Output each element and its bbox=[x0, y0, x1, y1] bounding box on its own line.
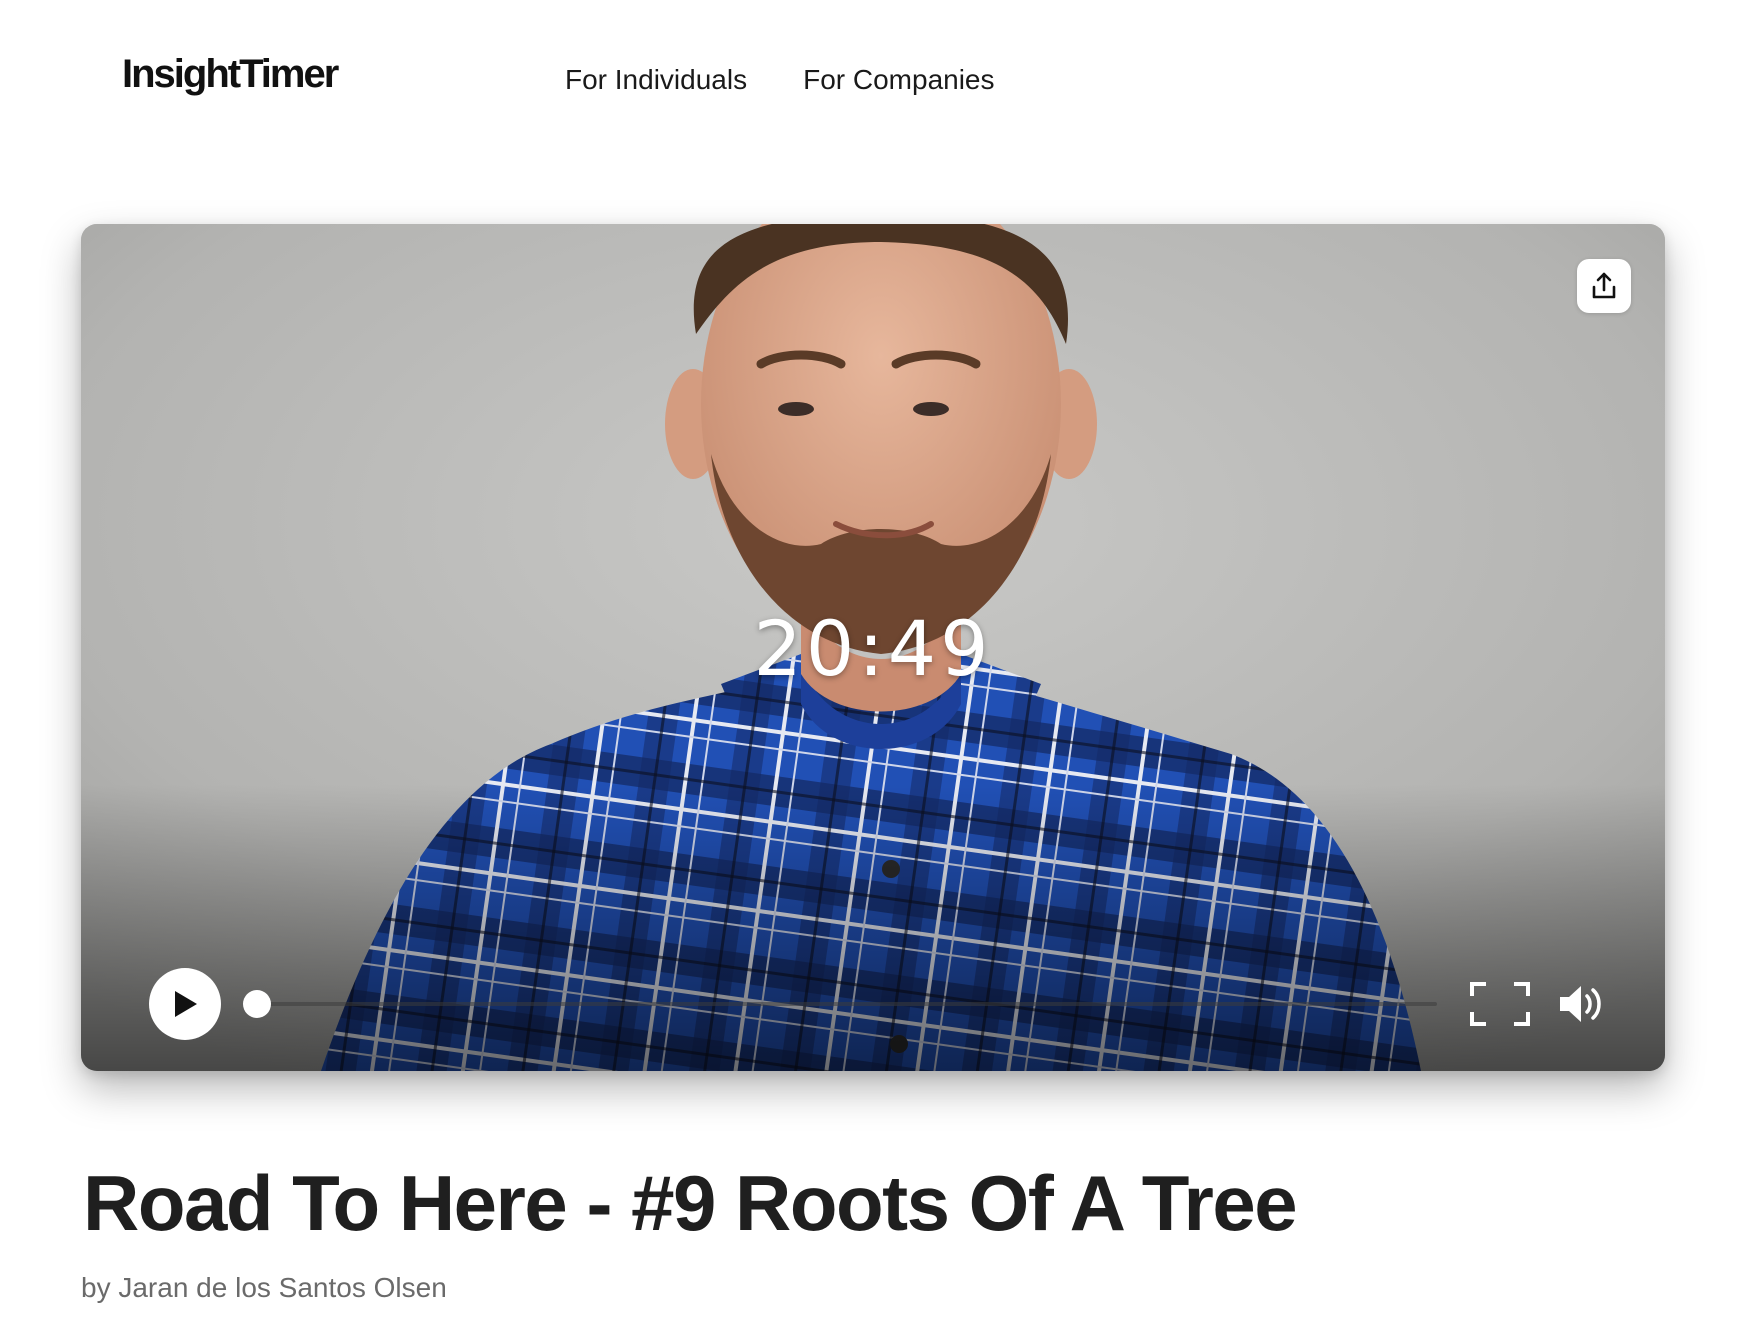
insight-timer-logo[interactable]: InsightTimer bbox=[122, 52, 339, 97]
page-title: Road To Here - #9 Roots Of A Tree bbox=[83, 1159, 1298, 1247]
share-icon bbox=[1592, 272, 1616, 299]
volume-icon bbox=[1560, 986, 1601, 1022]
share-button[interactable] bbox=[1577, 259, 1631, 313]
play-button[interactable] bbox=[149, 968, 221, 1040]
volume-button[interactable] bbox=[1557, 981, 1605, 1027]
fullscreen-icon bbox=[1470, 982, 1530, 1026]
nav-for-companies[interactable]: For Companies bbox=[803, 64, 994, 96]
author-byline[interactable]: by Jaran de los Santos Olsen bbox=[81, 1272, 447, 1304]
site-header: InsightTimer For Individuals For Compani… bbox=[0, 0, 1740, 170]
video-player[interactable]: 20:49 bbox=[81, 224, 1665, 1071]
progress-thumb[interactable] bbox=[243, 990, 271, 1018]
time-display: 20:49 bbox=[753, 604, 993, 693]
nav-for-individuals[interactable]: For Individuals bbox=[565, 64, 747, 96]
play-icon bbox=[175, 991, 197, 1017]
progress-bar[interactable] bbox=[243, 990, 1437, 1018]
player-controls bbox=[81, 921, 1665, 1071]
main-nav: For Individuals For Companies bbox=[565, 64, 995, 96]
fullscreen-button[interactable] bbox=[1470, 982, 1530, 1026]
